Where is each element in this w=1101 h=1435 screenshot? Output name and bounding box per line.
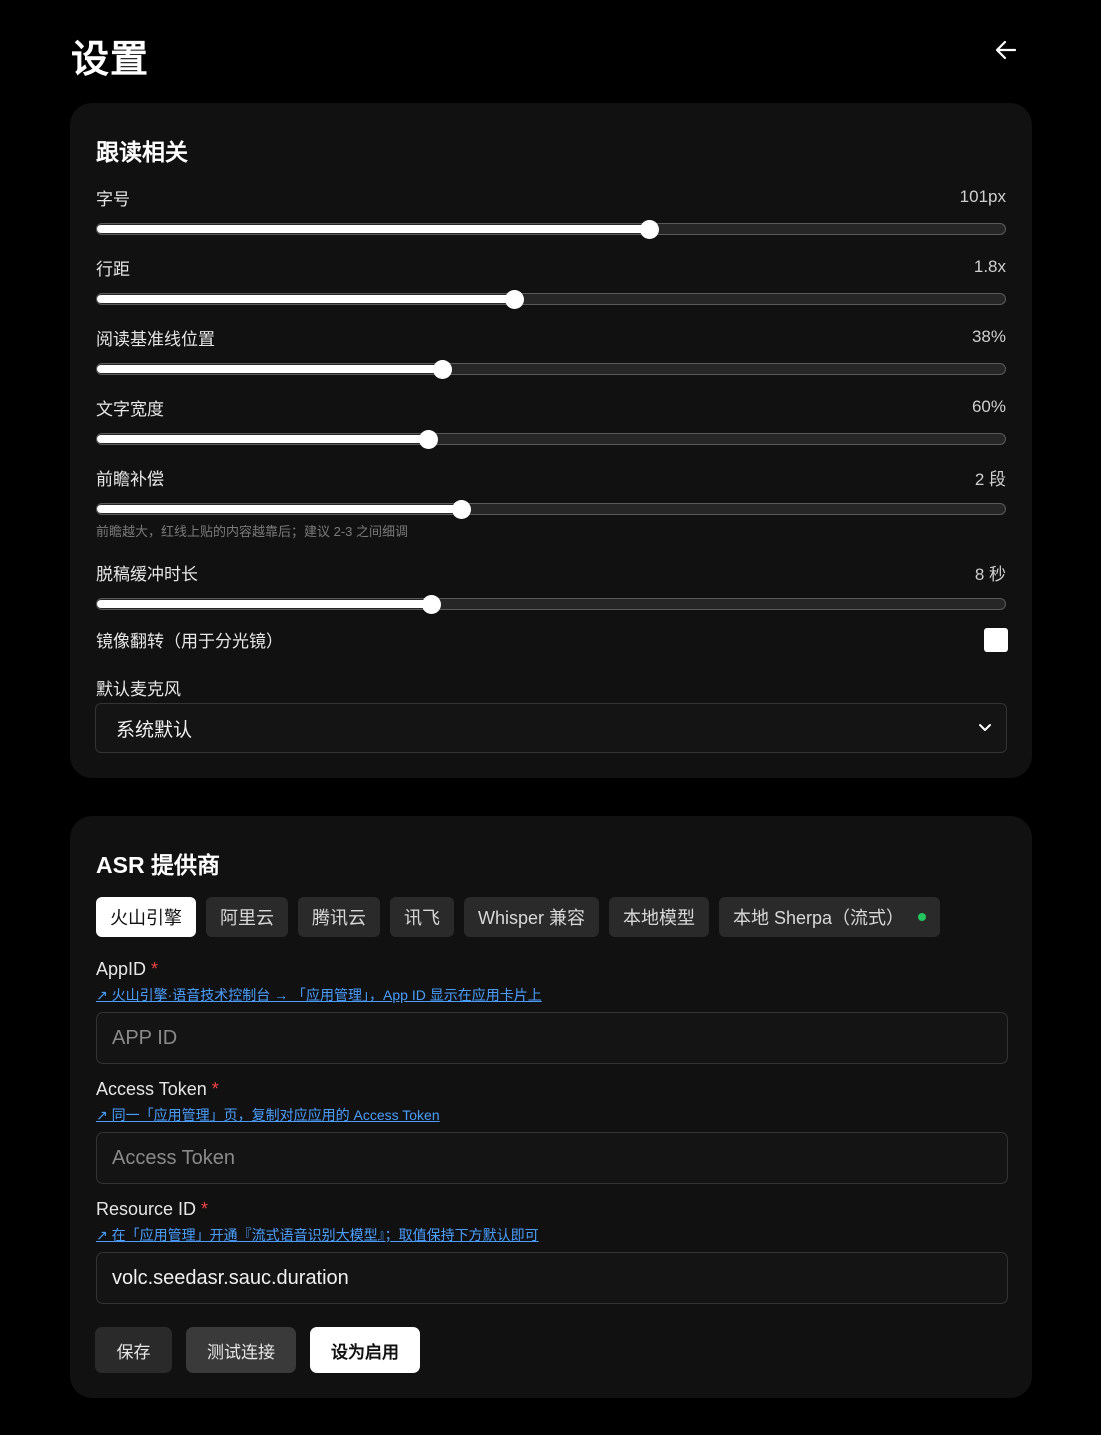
tab-local-sherpa[interactable]: 本地 Sherpa（流式） [719,897,941,937]
save-button[interactable]: 保存 [95,1327,172,1373]
slider-thumb[interactable] [504,289,524,309]
appid-input[interactable]: APP ID [96,1012,1008,1064]
tab-label: 本地 Sherpa（流式） [733,908,905,928]
tab-label: 讯飞 [404,908,440,928]
mic-select-value: 系统默认 [116,719,193,741]
required-mark: * [211,1078,219,1099]
resource-id-field: Resource ID * ↗ 在「应用管理」开通『流式语音识别大模型』；取值保持… [96,1197,1008,1304]
tab-xfyun[interactable]: 讯飞 [390,897,454,937]
page-title: 设置 [71,39,150,81]
tab-label: 阿里云 [220,908,274,928]
back-button[interactable] [990,34,1022,66]
field-label: Access Token [96,1078,207,1099]
access-token-field: Access Token * ↗ 同一「应用管理」页，复制对应应用的 Access… [96,1077,1008,1184]
required-mark: * [201,1198,209,1219]
slider-fill [97,365,443,373]
slider-thumb[interactable] [422,594,442,614]
slider-label: 阅读基准线位置 [96,329,215,349]
slider-value: 60% [971,397,1006,416]
lookahead-slider-row: 前瞻补偿 2 段 [96,465,1006,519]
slider-fill [97,600,432,608]
mirror-flip-row: 镜像翻转（用于分光镜） [96,627,1008,652]
access-token-input[interactable]: Access Token [96,1132,1008,1184]
section-title: ASR 提供商 [96,852,220,878]
slider-thumb[interactable] [418,429,438,449]
line-height-slider[interactable] [96,289,1006,309]
baseline-position-slider-row: 阅读基准线位置 38% [96,325,1006,379]
reading-settings-card: 跟读相关 字号 101px 行距 1.8x 阅读基准线位置 38% 文字宽度 6… [70,103,1032,778]
offscript-buffer-slider[interactable] [96,594,1006,614]
appid-help-link[interactable]: ↗ 火山引擎·语音技术控制台 → 「应用管理」，App ID 显示在应用卡片上 [96,985,542,1003]
tab-label: 本地模型 [623,908,696,928]
set-active-button[interactable]: 设为启用 [310,1327,420,1373]
slider-value: 101px [959,187,1006,206]
slider-label: 脱稿缓冲时长 [96,564,198,584]
mic-select[interactable]: 系统默认 [95,703,1007,753]
mic-label: 默认麦克风 [96,680,181,699]
lookahead-slider[interactable] [96,499,1006,519]
tab-volcengine[interactable]: 火山引擎 [96,897,196,937]
chevron-down-icon [979,724,991,731]
resource-id-input[interactable]: volc.seedasr.sauc.duration [96,1252,1008,1304]
tab-aliyun[interactable]: 阿里云 [206,897,288,937]
field-label: Resource ID [96,1198,197,1219]
slider-value: 8 秒 [974,564,1006,584]
slider-label: 行距 [96,259,130,279]
mirror-flip-label: 镜像翻转（用于分光镜） [96,632,283,651]
tab-tencent[interactable]: 腾讯云 [298,897,380,937]
arrow-left-icon [995,40,1017,60]
mirror-flip-checkbox[interactable] [984,627,1008,652]
offscript-buffer-slider-row: 脱稿缓冲时长 8 秒 [96,560,1006,614]
field-label: AppID [96,958,147,979]
slider-label: 文字宽度 [96,399,164,419]
tab-label: 火山引擎 [110,908,182,928]
slider-value: 38% [971,327,1006,346]
tab-label: 腾讯云 [312,908,366,928]
action-bar: 保存 测试连接 设为启用 [95,1327,420,1373]
slider-fill [97,505,462,513]
slider-fill [97,225,650,233]
slider-label: 前瞻补偿 [96,469,164,489]
font-size-slider[interactable] [96,219,1006,239]
slider-fill [97,435,428,443]
slider-fill [97,295,514,303]
provider-tabs: 火山引擎 阿里云 腾讯云 讯飞 Whisper 兼容 本地模型 本地 Sherp… [96,897,941,937]
line-height-slider-row: 行距 1.8x [96,255,1006,309]
text-width-slider[interactable] [96,429,1006,449]
tab-whisper[interactable]: Whisper 兼容 [464,897,600,937]
slider-value: 1.8x [973,257,1006,276]
slider-label: 字号 [96,189,130,209]
slider-thumb[interactable] [452,499,472,519]
tab-label: Whisper 兼容 [478,908,586,928]
asr-provider-card: ASR 提供商 火山引擎 阿里云 腾讯云 讯飞 Whisper 兼容 本地模型 … [70,816,1032,1398]
lookahead-hint: 前瞻越大，红线上贴的内容越靠后；建议 2-3 之间细调 [96,524,409,539]
test-connection-button[interactable]: 测试连接 [186,1327,296,1373]
baseline-position-slider[interactable] [96,359,1006,379]
slider-value: 2 段 [974,469,1006,489]
slider-thumb[interactable] [640,219,660,239]
status-dot [918,913,927,921]
section-title: 跟读相关 [96,139,188,165]
tab-local-model[interactable]: 本地模型 [609,897,710,937]
resource-id-help-link[interactable]: ↗ 在「应用管理」开通『流式语音识别大模型』；取值保持下方默认即可 [96,1225,539,1243]
text-width-slider-row: 文字宽度 60% [96,395,1006,449]
required-mark: * [151,958,159,979]
slider-thumb[interactable] [433,359,453,379]
access-token-help-link[interactable]: ↗ 同一「应用管理」页，复制对应应用的 Access Token [96,1105,440,1123]
appid-field: AppID * ↗ 火山引擎·语音技术控制台 → 「应用管理」，App ID 显示… [96,957,1008,1064]
font-size-slider-row: 字号 101px [96,185,1006,239]
